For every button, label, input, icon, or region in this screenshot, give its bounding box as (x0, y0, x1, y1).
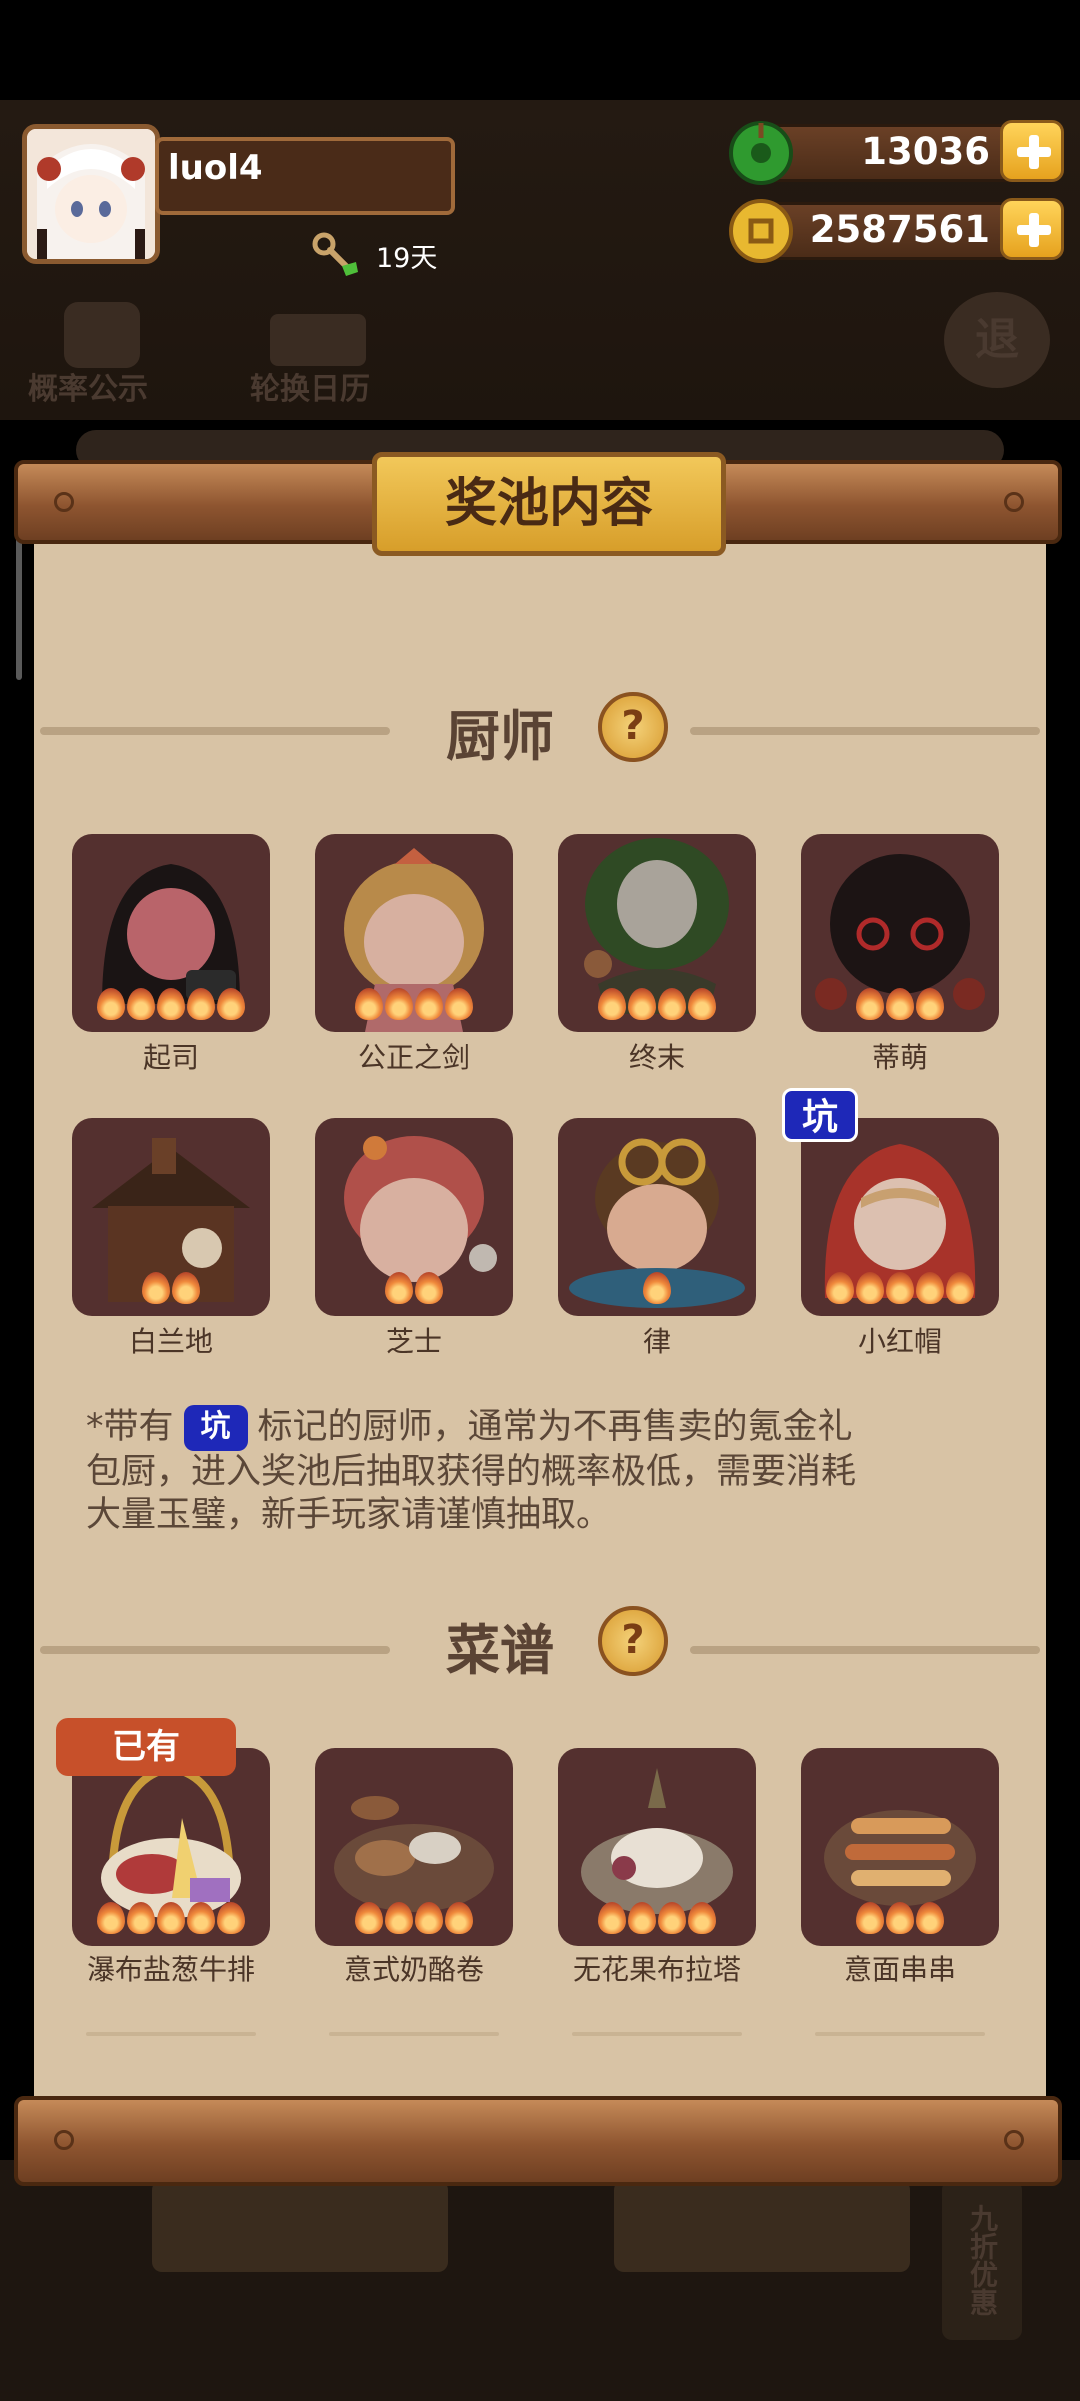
chef-name: 终末 (628, 1041, 685, 1074)
keng-badge: 坑 (782, 1088, 858, 1142)
chefs-help-button[interactable]: ? (598, 692, 668, 762)
chef-name: 蒂萌 (871, 1041, 928, 1074)
chef-card-sword[interactable] (315, 834, 513, 1032)
star-rating (801, 1902, 999, 1938)
add-gold-button[interactable] (1000, 198, 1064, 260)
star-rating (72, 1902, 270, 1938)
gold-coin-icon (729, 199, 793, 263)
jade-icon (729, 121, 793, 185)
star-rating (315, 1272, 513, 1308)
calendar-label: 轮换日历 (250, 372, 370, 407)
star-rating (558, 988, 756, 1024)
star-rating (558, 1272, 756, 1308)
recipe-name: 意式奶酪卷 (343, 1953, 484, 1986)
star-rating (558, 1902, 756, 1938)
add-jade-button[interactable] (1000, 120, 1064, 182)
star-rating (72, 988, 270, 1024)
chef-card-dimeng[interactable] (801, 834, 999, 1032)
chef-card-lv[interactable] (558, 1118, 756, 1316)
gold-amount: 2587561 (809, 208, 990, 251)
probability-label: 概率公示 (28, 372, 148, 407)
row-divider (329, 2032, 499, 2036)
exit-button: 退 (944, 292, 1050, 388)
recipe-card-steak[interactable] (72, 1748, 270, 1946)
star-rating (72, 1272, 270, 1308)
chef-name: 公正之剑 (357, 1041, 470, 1074)
probability-icon (64, 302, 140, 368)
nail-icon (1004, 492, 1024, 512)
jade-amount: 13036 (861, 130, 990, 173)
chef-name: 律 (642, 1325, 671, 1358)
chef-name: 白兰地 (128, 1325, 213, 1358)
draw-ten-button (614, 2180, 910, 2272)
chef-card-red-hood[interactable] (801, 1118, 999, 1316)
section-divider (40, 727, 390, 735)
recipes-section-title: 菜谱 (446, 1619, 554, 1682)
chefs-section-title: 厨师 (446, 705, 554, 768)
star-rating (801, 1272, 999, 1308)
draw-once-button (152, 2180, 448, 2272)
recipe-name: 意面串串 (843, 1953, 956, 1986)
star-rating (315, 1902, 513, 1938)
calendar-icon (270, 314, 366, 366)
discount-tag: 九折优惠 (942, 2180, 1022, 2340)
row-divider (815, 2032, 985, 2036)
recipe-card-cheese-roll[interactable] (315, 1748, 513, 1946)
chef-card-brandy[interactable] (72, 1118, 270, 1316)
avatar-icon (27, 129, 155, 259)
recipe-name: 无花果布拉塔 (572, 1953, 741, 1986)
recipe-card-fig-burrata[interactable] (558, 1748, 756, 1946)
recipes-help-button[interactable]: ? (598, 1606, 668, 1676)
nail-icon (1004, 2130, 1024, 2150)
keng-note: *带有坑标记的厨师，通常为不再售卖的氪金礼 包厨，进入奖池后抽取获得的概率极低，… (86, 1405, 857, 1535)
key-icon (312, 232, 358, 276)
recipe-card-pasta-skewers[interactable] (801, 1748, 999, 1946)
section-divider (690, 1646, 1040, 1654)
panel-title: 奖池内容 (372, 452, 726, 556)
chef-name: 起司 (142, 1041, 199, 1074)
chef-card-zhishi[interactable] (315, 1118, 513, 1316)
avatar[interactable] (22, 124, 160, 264)
chef-name: 小红帽 (857, 1325, 942, 1358)
nail-icon (54, 2130, 74, 2150)
section-divider (690, 727, 1040, 735)
section-divider (40, 1646, 390, 1654)
chef-card-zhongmo[interactable] (558, 834, 756, 1032)
nail-icon (54, 492, 74, 512)
row-divider (572, 2032, 742, 2036)
login-days: 19天 (376, 243, 438, 274)
recipe-name: 瀑布盐葱牛排 (86, 1953, 255, 1986)
bottom-scroll-rod (14, 2096, 1062, 2186)
star-rating (315, 988, 513, 1024)
owned-tag: 已有 (56, 1718, 236, 1776)
chef-name: 芝士 (385, 1325, 442, 1358)
row-divider (86, 2032, 256, 2036)
chef-card-qisi[interactable] (72, 834, 270, 1032)
star-rating (801, 988, 999, 1024)
player-name: luol4 (168, 148, 263, 188)
